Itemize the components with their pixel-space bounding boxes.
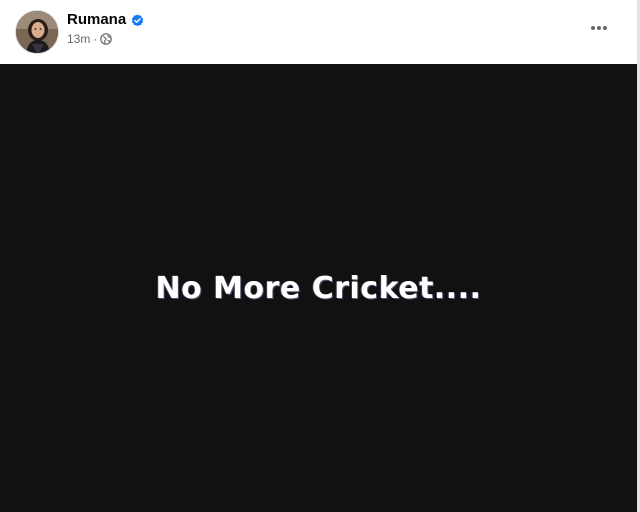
globe-icon[interactable] [100,33,113,45]
meta-separator: · [93,32,98,46]
post-header: Rumana 13m · [0,0,637,64]
media-caption-text: No More Cricket.... [155,271,482,306]
post-meta: 13m · [67,31,113,47]
post-timestamp[interactable]: 13m [67,31,90,47]
author-row: Rumana [67,11,144,29]
more-options-icon [591,26,607,30]
facebook-post: Rumana 13m · No More Cricket.... [0,0,640,512]
avatar-photo [16,11,58,53]
verified-badge-icon [131,13,144,27]
author-avatar[interactable] [15,10,59,54]
post-media[interactable]: No More Cricket.... [0,64,637,512]
author-name[interactable]: Rumana [67,11,126,29]
more-options-button[interactable] [583,14,615,42]
